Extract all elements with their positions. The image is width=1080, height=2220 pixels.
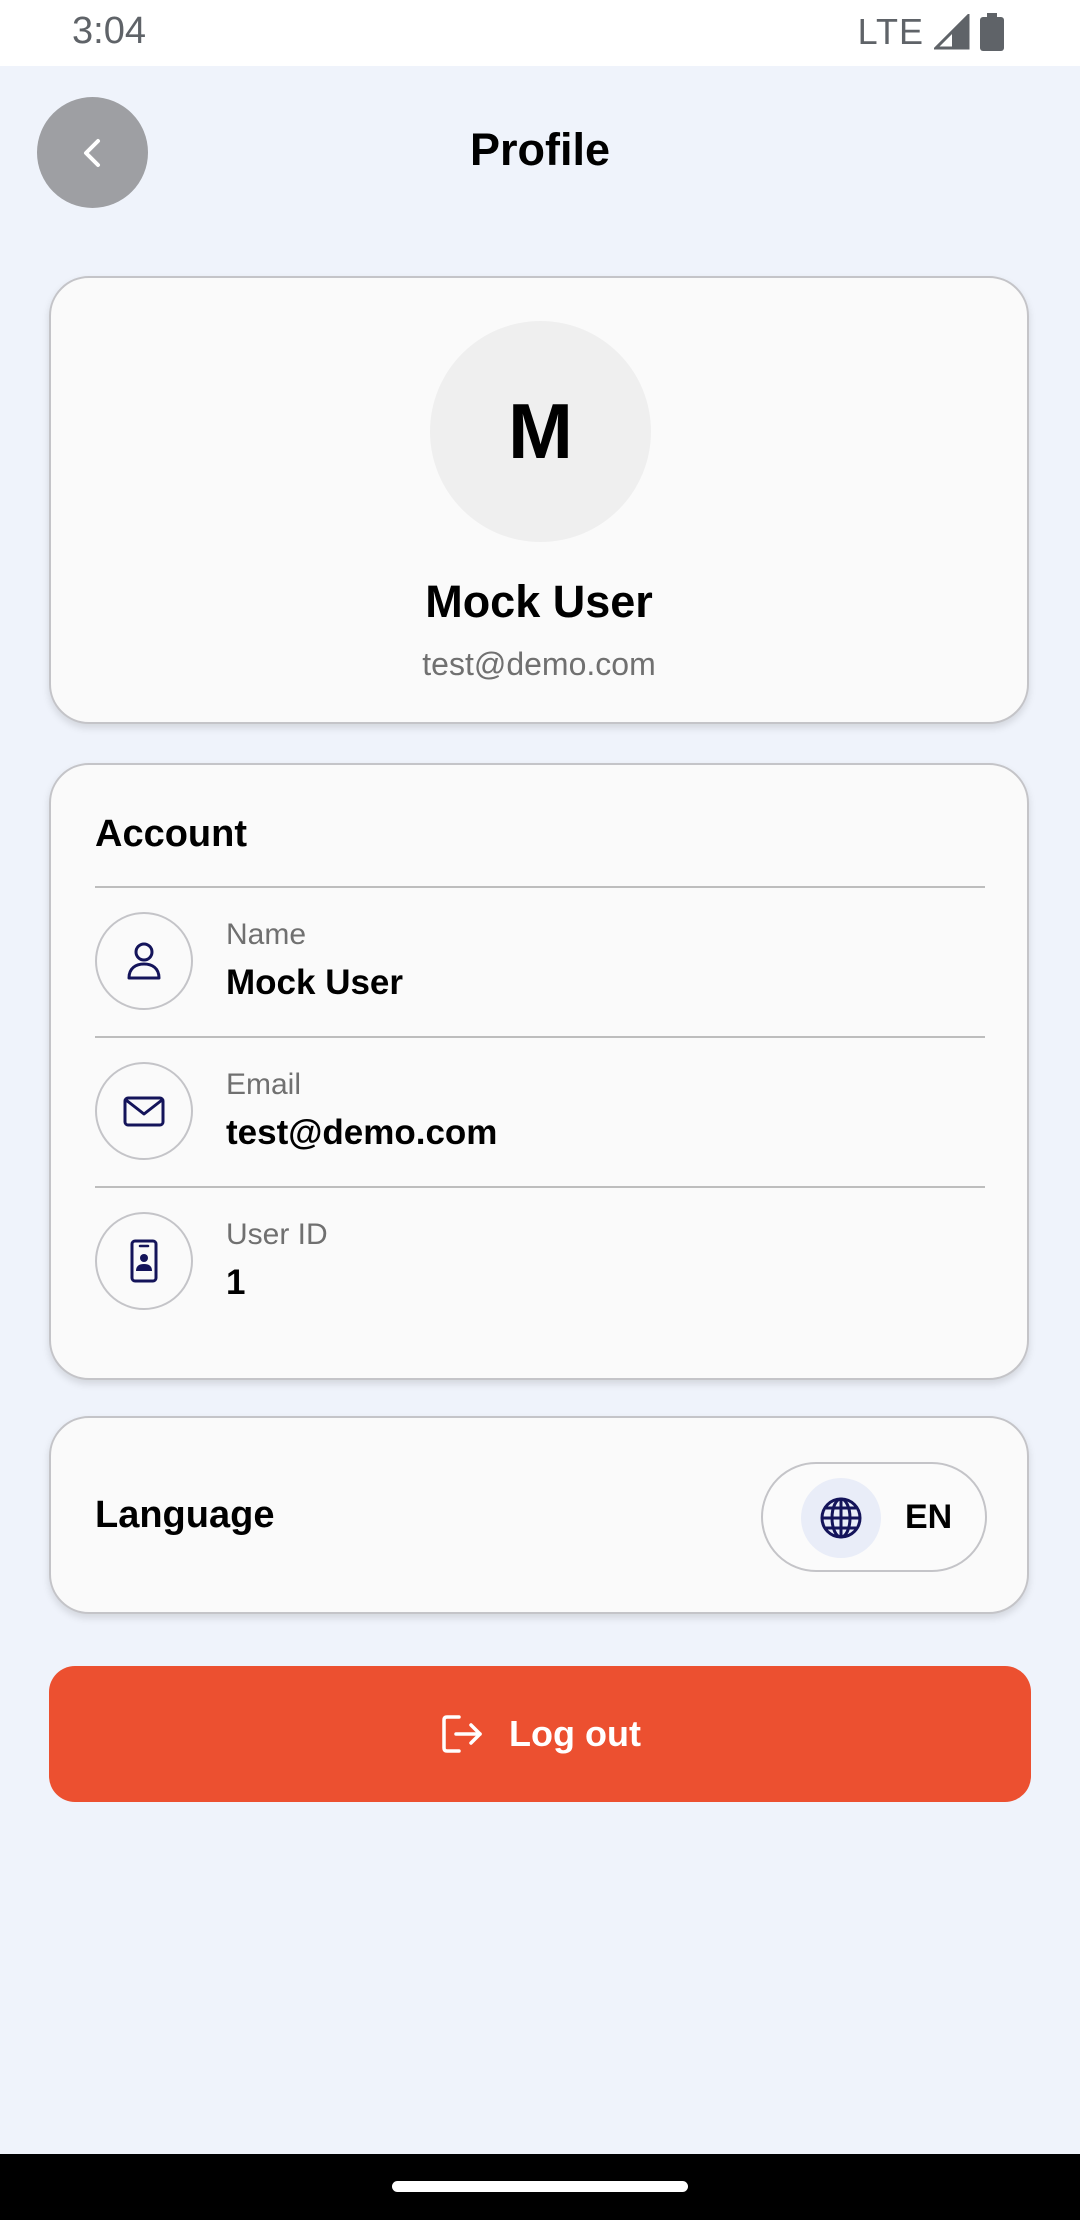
user-id-value: 1 [226,1263,246,1302]
language-label: Language [95,1494,275,1536]
status-icons: LTE [858,10,1004,54]
profile-name: Mock User [425,576,653,627]
globe-icon [801,1478,881,1558]
profile-card: M Mock User test@demo.com [49,276,1029,724]
user-icon [95,912,193,1010]
email-value: test@demo.com [226,1113,498,1152]
system-nav-bar [0,2154,1080,2220]
logout-label: Log out [509,1713,641,1754]
profile-email: test@demo.com [422,646,656,682]
avatar: M [430,321,651,542]
signal-icon [934,14,970,50]
network-type: LTE [857,11,924,52]
account-row-email: Email test@demo.com [95,1038,985,1186]
id-badge-icon [95,1212,193,1310]
language-card: Language EN [49,1416,1029,1614]
status-bar: 3:04 LTE [0,0,1080,66]
account-row-user-id: User ID 1 [95,1188,985,1336]
home-gesture-handle[interactable] [392,2181,688,2192]
account-card: Account Name Mock User Email test@demo.c… [49,763,1029,1380]
user-id-label: User ID [226,1218,328,1251]
logout-button[interactable]: Log out [49,1666,1031,1802]
page-title: Profile [469,124,611,175]
mail-icon [95,1062,193,1160]
status-time: 3:04 [72,10,146,52]
account-section-title: Account [95,813,247,855]
email-label: Email [226,1068,302,1101]
account-row-name: Name Mock User [95,888,985,1036]
logout-icon [442,1715,482,1753]
name-label: Name [226,918,307,951]
language-selector[interactable]: EN [761,1462,987,1572]
language-code: EN [905,1498,953,1536]
name-value: Mock User [226,963,404,1002]
battery-icon [980,13,1004,51]
